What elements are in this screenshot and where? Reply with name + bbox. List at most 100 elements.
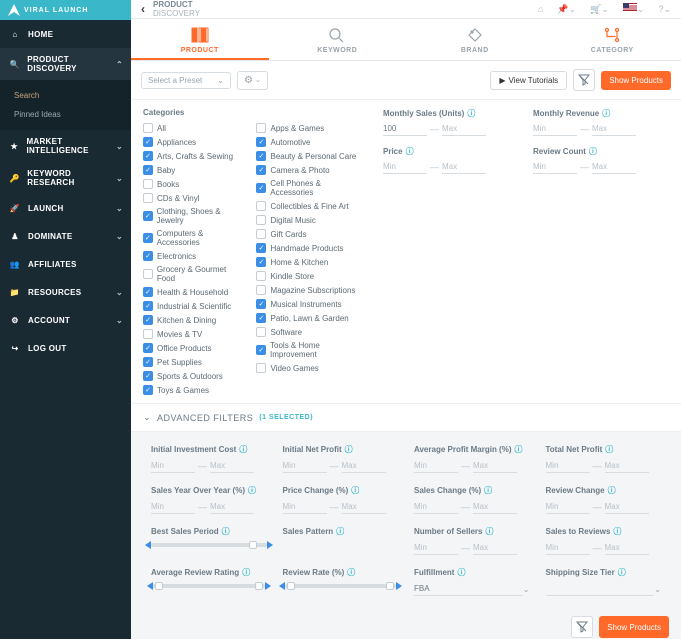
nav-launch[interactable]: 🚀LAUNCH⌄ <box>0 194 131 222</box>
tab-product[interactable]: PRODUCT <box>131 19 269 60</box>
subnav-pinned-ideas[interactable]: Pinned Ideas <box>0 105 131 124</box>
reviewCount-max[interactable] <box>592 160 636 174</box>
show-products-button-2[interactable]: Show Products <box>599 616 669 638</box>
adv-min[interactable] <box>414 459 458 473</box>
tab-brand[interactable]: BRAND <box>406 19 544 60</box>
adv-min[interactable] <box>546 500 590 514</box>
info-icon[interactable]: ⓘ <box>602 108 610 119</box>
pin-icon[interactable]: 📌⌄ <box>557 4 576 15</box>
category-electronics[interactable]: ✓Electronics <box>143 251 244 261</box>
adv-max[interactable] <box>473 500 517 514</box>
category-office-products[interactable]: ✓Office Products <box>143 343 244 353</box>
adv-max[interactable] <box>605 541 649 555</box>
adv-max[interactable] <box>210 459 254 473</box>
nav-product-discovery[interactable]: 🔍PRODUCT DISCOVERY⌃ <box>0 48 131 80</box>
category-arts-crafts-sewing[interactable]: ✓Arts, Crafts & Sewing <box>143 151 244 161</box>
info-icon[interactable]: ⓘ <box>618 567 626 578</box>
category-cds-vinyl[interactable]: CDs & Vinyl <box>143 193 244 203</box>
locale-flag[interactable]: ⌄ <box>623 3 645 15</box>
category-handmade-products[interactable]: ✓Handmade Products <box>256 243 363 253</box>
help-icon[interactable]: ?⌄ <box>658 4 671 15</box>
info-icon[interactable]: ⓘ <box>613 526 621 537</box>
advanced-filters-toggle[interactable]: ⌄ ADVANCED FILTERS (1 SELECTED) <box>131 403 681 432</box>
back-icon[interactable]: ‹ <box>141 2 145 16</box>
reviewCount-min[interactable] <box>533 160 577 174</box>
adv-select[interactable] <box>414 582 523 596</box>
info-icon[interactable]: ⓘ <box>406 146 414 157</box>
info-icon[interactable]: ⓘ <box>608 485 616 496</box>
info-icon[interactable]: ⓘ <box>242 567 250 578</box>
adv-max[interactable] <box>605 459 649 473</box>
price-max[interactable] <box>442 160 486 174</box>
category-tools-home-improvement[interactable]: ✓Tools & Home Improvement <box>256 341 363 359</box>
category-pet-supplies[interactable]: ✓Pet Supplies <box>143 357 244 367</box>
adv-min[interactable] <box>151 459 195 473</box>
adv-select[interactable] <box>546 582 655 596</box>
category-clothing-shoes-jewelry[interactable]: ✓Clothing, Shoes & Jewelry <box>143 207 244 225</box>
category-gift-cards[interactable]: Gift Cards <box>256 229 363 239</box>
price-min[interactable] <box>383 160 427 174</box>
info-icon[interactable]: ⓘ <box>605 444 613 455</box>
preset-settings-button[interactable]: ⚙⌄ <box>237 71 268 90</box>
adv-min[interactable] <box>546 541 590 555</box>
category-baby[interactable]: ✓Baby <box>143 165 244 175</box>
info-icon[interactable]: ⓘ <box>222 526 230 537</box>
adv-min[interactable] <box>414 500 458 514</box>
nav-account[interactable]: ⚙ACCOUNT⌄ <box>0 306 131 334</box>
clear-filters-button[interactable] <box>573 69 595 91</box>
info-icon[interactable]: ⓘ <box>351 485 359 496</box>
adv-max[interactable] <box>210 500 254 514</box>
nav-dominate[interactable]: ♟DOMINATE⌄ <box>0 222 131 250</box>
adv-max[interactable] <box>342 500 386 514</box>
adv-min[interactable] <box>283 459 327 473</box>
category-collectibles-fine-art[interactable]: Collectibles & Fine Art <box>256 201 363 211</box>
monthlySalesUnits-min[interactable] <box>383 122 427 136</box>
category-movies-tv[interactable]: Movies & TV <box>143 329 244 339</box>
info-icon[interactable]: ⓘ <box>515 444 523 455</box>
category-video-games[interactable]: Video Games <box>256 363 363 373</box>
tab-category[interactable]: CATEGORY <box>544 19 681 60</box>
nav-log-out[interactable]: ↪LOG OUT <box>0 334 131 362</box>
category-patio-lawn-garden[interactable]: ✓Patio, Lawn & Garden <box>256 313 363 323</box>
info-icon[interactable]: ⓘ <box>336 526 344 537</box>
category-grocery-gourmet-food[interactable]: Grocery & Gourmet Food <box>143 265 244 283</box>
category-software[interactable]: Software <box>256 327 363 337</box>
tab-keyword[interactable]: KEYWORD <box>269 19 407 60</box>
nav-resources[interactable]: 📁RESOURCES⌄ <box>0 278 131 306</box>
category-books[interactable]: Books <box>143 179 244 189</box>
monthlySalesUnits-max[interactable] <box>442 122 486 136</box>
adv-max[interactable] <box>473 541 517 555</box>
category-all[interactable]: All <box>143 123 244 133</box>
subnav-search[interactable]: Search <box>0 86 131 105</box>
category-industrial-scientific[interactable]: ✓Industrial & Scientific <box>143 301 244 311</box>
category-kitchen-dining[interactable]: ✓Kitchen & Dining <box>143 315 244 325</box>
info-icon[interactable]: ⓘ <box>467 108 475 119</box>
slider[interactable] <box>153 584 265 588</box>
clear-filters-button-2[interactable] <box>571 616 593 638</box>
monthlyRevenue-min[interactable] <box>533 122 577 136</box>
category-toys-games[interactable]: ✓Toys & Games <box>143 385 244 395</box>
info-icon[interactable]: ⓘ <box>345 444 353 455</box>
category-digital-music[interactable]: Digital Music <box>256 215 363 225</box>
category-home-kitchen[interactable]: ✓Home & Kitchen <box>256 257 363 267</box>
category-apps-games[interactable]: Apps & Games <box>256 123 363 133</box>
home-icon[interactable]: ⌂ <box>538 4 543 14</box>
adv-min[interactable] <box>414 541 458 555</box>
adv-max[interactable] <box>605 500 649 514</box>
category-computers-accessories[interactable]: ✓Computers & Accessories <box>143 229 244 247</box>
category-kindle-store[interactable]: Kindle Store <box>256 271 363 281</box>
category-magazine-subscriptions[interactable]: Magazine Subscriptions <box>256 285 363 295</box>
adv-min[interactable] <box>283 500 327 514</box>
nav-market-intelligence[interactable]: ★MARKET INTELLIGENCE⌄ <box>0 130 131 162</box>
adv-min[interactable] <box>546 459 590 473</box>
slider[interactable] <box>285 584 397 588</box>
info-icon[interactable]: ⓘ <box>347 567 355 578</box>
nav-keyword-research[interactable]: 🔑KEYWORD RESEARCH⌄ <box>0 162 131 194</box>
category-sports-outdoors[interactable]: ✓Sports & Outdoors <box>143 371 244 381</box>
preset-select[interactable]: Select a Preset⌄ <box>141 72 231 89</box>
category-musical-instruments[interactable]: ✓Musical Instruments <box>256 299 363 309</box>
info-icon[interactable]: ⓘ <box>485 526 493 537</box>
nav-affiliates[interactable]: 👥AFFILIATES <box>0 250 131 278</box>
adv-min[interactable] <box>151 500 195 514</box>
monthlyRevenue-max[interactable] <box>592 122 636 136</box>
